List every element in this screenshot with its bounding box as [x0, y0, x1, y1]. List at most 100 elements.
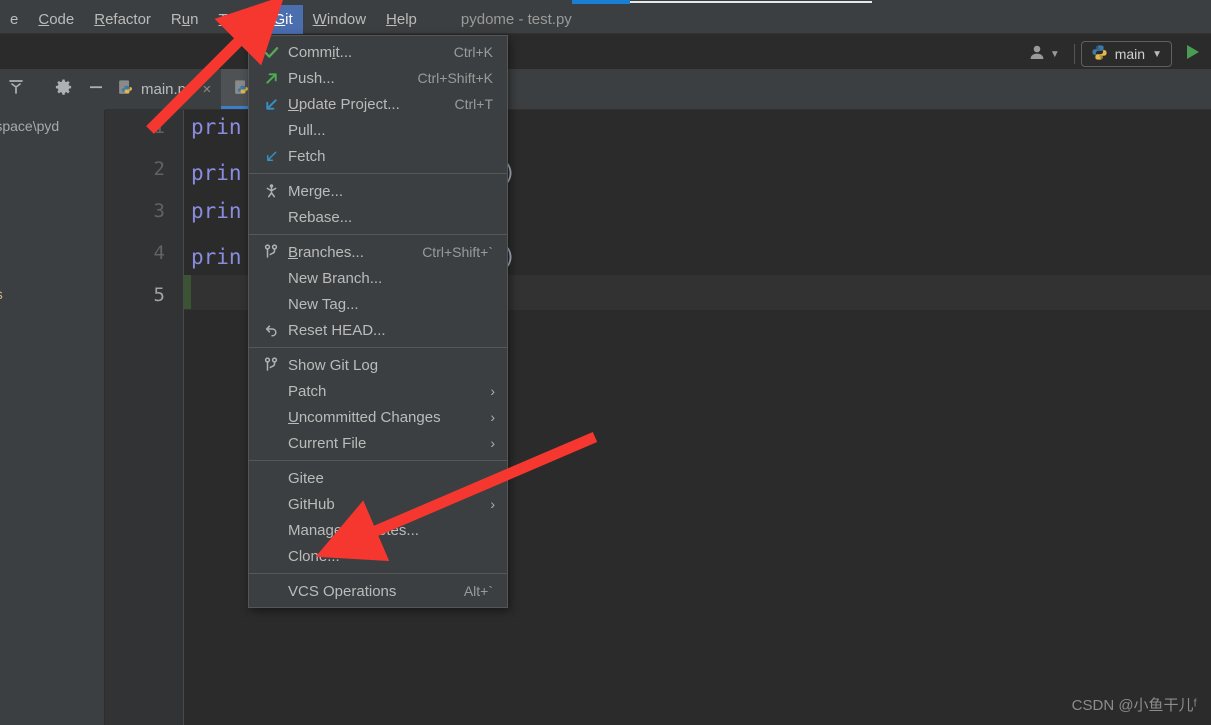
merge-icon: [261, 183, 281, 199]
editor-tab-label: main.py: [141, 80, 194, 98]
git-menu-item-patch[interactable]: Patch ›: [249, 378, 507, 404]
menu-separator: [249, 347, 507, 348]
minimize-icon[interactable]: [87, 78, 105, 101]
editor-gutter[interactable]: 1 2 3 4 5: [105, 110, 183, 725]
menu-item-label: GitHub: [288, 495, 335, 513]
menu-window-item[interactable]: Window: [303, 5, 376, 34]
fetch-icon: [261, 149, 281, 164]
menu-separator: [249, 234, 507, 235]
run-configuration-label: main: [1114, 46, 1146, 62]
gear-icon[interactable]: [54, 78, 73, 102]
python-icon: [1091, 44, 1108, 64]
collapse-all-icon[interactable]: [6, 77, 26, 102]
menu-item-label: Current File: [288, 434, 367, 452]
git-menu-item-new-branch[interactable]: New Branch...: [249, 265, 507, 291]
toolbar-divider: [1073, 44, 1075, 64]
git-menu-item-show-git-log[interactable]: Show Git Log: [249, 352, 507, 378]
menu-item-label: Branches...: [288, 243, 364, 261]
menu-bar: e Code Refactor Run Tools Git Window Help pydome…: [0, 4, 1211, 34]
git-menu-item-pull[interactable]: Pull...: [249, 117, 507, 143]
line-number: 2: [153, 158, 165, 180]
menu-separator: [249, 173, 507, 174]
menu-item-label: Rebase...: [288, 208, 353, 226]
progress-bar-blue: [572, 0, 630, 4]
line-number: 3: [153, 200, 165, 222]
menu-code-item[interactable]: Code: [28, 5, 84, 34]
git-menu-item-push[interactable]: Push... Ctrl+Shift+K: [249, 65, 507, 91]
check-icon: [261, 45, 281, 60]
chevron-right-icon: ›: [490, 496, 495, 512]
close-icon[interactable]: ×: [203, 81, 212, 98]
chevron-right-icon: ›: [490, 383, 495, 399]
menu-item-label: Push...: [288, 69, 335, 87]
menu-help-item[interactable]: Help: [376, 5, 427, 34]
git-menu-item-rebase[interactable]: Rebase...: [249, 204, 507, 230]
code-line: prin: [191, 199, 242, 223]
menu-item-label: Show Git Log: [288, 356, 379, 374]
git-menu-item-new-tag[interactable]: New Tag...: [249, 291, 507, 317]
menu-item-shortcut: Ctrl+Shift+K: [417, 70, 493, 86]
git-menu-item-update-project[interactable]: Update Project... Ctrl+T: [249, 91, 507, 117]
editor-tab[interactable]: main.py ×: [105, 69, 221, 109]
line-number: 4: [153, 242, 165, 264]
reset-icon: [261, 323, 281, 338]
git-menu-item-current-file[interactable]: Current File ›: [249, 430, 507, 456]
menu-item-label: VCS Operations: [288, 582, 397, 600]
arrow-up-right-icon: [261, 71, 281, 86]
vcs-change-marker[interactable]: [184, 275, 191, 309]
menu-refactor-item[interactable]: Refactor: [84, 5, 161, 34]
arrow-down-left-icon: [261, 97, 281, 112]
progress-bar-track: [630, 1, 872, 3]
code-line: prin: [191, 115, 242, 139]
run-button[interactable]: [1184, 43, 1201, 66]
menu-item-label: Merge...: [288, 182, 344, 200]
pycharm-window: e Code Refactor Run Tools Git Window Help pydome…: [0, 0, 1211, 725]
branch-icon: [261, 357, 281, 373]
branch-icon: [261, 244, 281, 260]
line-number: 5: [153, 284, 165, 306]
menu-item-label: Fetch: [288, 147, 326, 165]
menu-item-label: Manage Remotes...: [288, 521, 419, 539]
menu-e-item[interactable]: e: [0, 5, 28, 34]
git-menu-item-branches[interactable]: Branches... Ctrl+Shift+`: [249, 239, 507, 265]
project-files-label: es: [0, 286, 3, 302]
menu-item-label: Uncommitted Changes: [288, 408, 441, 426]
project-path-label: ork space\pyd: [0, 118, 60, 134]
project-tool-window: ork space\pyd es: [0, 110, 105, 725]
menu-git-item[interactable]: Git: [263, 4, 303, 34]
chevron-down-icon: ▼: [1049, 48, 1060, 60]
git-menu-item-fetch[interactable]: Fetch: [249, 143, 507, 169]
play-icon: [1187, 44, 1199, 59]
git-menu-item-merge[interactable]: Merge...: [249, 178, 507, 204]
run-configuration-selector[interactable]: main ▼: [1080, 41, 1172, 67]
line-number: 1: [153, 116, 165, 138]
account-button[interactable]: ▼: [1020, 43, 1068, 66]
git-menu-item-manage-remotes[interactable]: Manage Remotes...: [249, 517, 507, 543]
chevron-down-icon: ▼: [1152, 48, 1162, 60]
chevron-right-icon: ›: [490, 409, 495, 425]
git-menu-item-vcs-operations[interactable]: VCS Operations Alt+`: [249, 578, 507, 604]
project-panel-toolbar: [0, 69, 105, 110]
menu-item-label: Clone...: [288, 547, 340, 565]
git-menu-item-commit[interactable]: Commit... Ctrl+K: [249, 39, 507, 65]
chevron-right-icon: ›: [490, 470, 495, 486]
git-menu-item-uncommitted-changes[interactable]: Uncommitted Changes ›: [249, 404, 507, 430]
window-title: pydome - test.py: [460, 10, 572, 28]
git-menu-popup[interactable]: Commit... Ctrl+K Push... Ctrl+Shift+K Update…: [248, 35, 508, 608]
git-menu-item-gitee[interactable]: Gitee ›: [249, 465, 507, 491]
user-icon: [1028, 43, 1046, 66]
git-menu-item-github[interactable]: GitHub ›: [249, 491, 507, 517]
menu-item-label: Reset HEAD...: [288, 321, 386, 339]
menu-item-label: Gitee: [288, 469, 324, 487]
menu-run-item[interactable]: Run: [161, 5, 209, 34]
git-menu-item-reset-head[interactable]: Reset HEAD...: [249, 317, 507, 343]
chevron-right-icon: ›: [490, 435, 495, 451]
menu-tools-item[interactable]: Tools: [208, 5, 263, 34]
menu-item-shortcut: Ctrl+T: [454, 96, 494, 112]
watermark-label: CSDN @小鱼干儿ᶠ: [1071, 697, 1197, 714]
menu-item-shortcut: Alt+`: [463, 583, 493, 599]
menu-separator: [249, 573, 507, 574]
gutter-divider: [183, 110, 184, 725]
menu-item-label: New Branch...: [288, 269, 383, 287]
git-menu-item-clone[interactable]: Clone...: [249, 543, 507, 569]
